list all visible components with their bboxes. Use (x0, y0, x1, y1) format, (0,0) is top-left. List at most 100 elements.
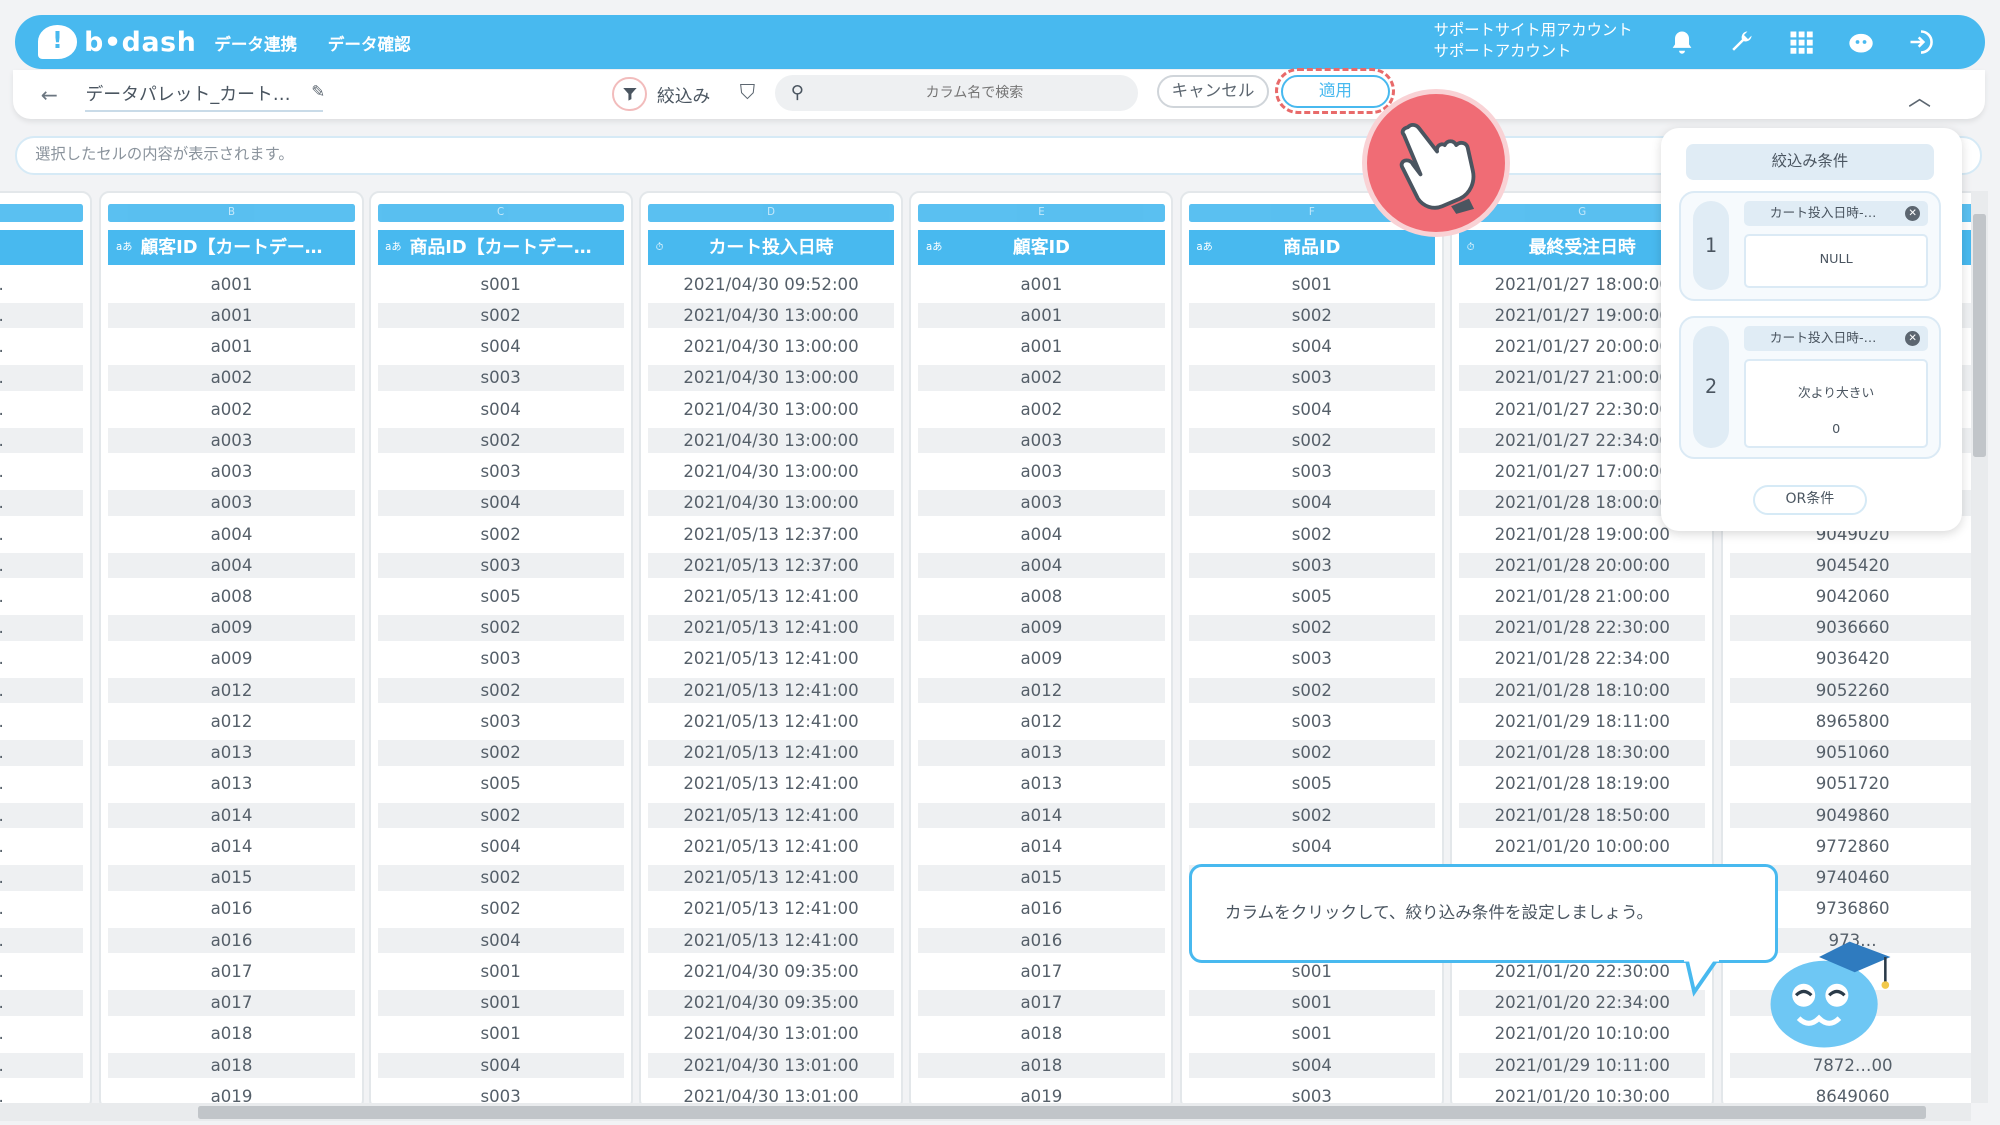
bell-icon[interactable] (1666, 27, 1699, 58)
table-cell[interactable]: a004 (108, 552, 355, 579)
filter-funnel-button[interactable] (612, 76, 647, 111)
wrench-icon[interactable] (1724, 27, 1757, 58)
column-header[interactable]: aあ 商品ID【カートデー… (377, 229, 624, 266)
table-cell[interactable]: 975180... (0, 427, 83, 454)
table-column[interactable]: D 970677... 975180... 975180... 975180... 975… (0, 191, 92, 1104)
table-cell[interactable]: 975521... (0, 1052, 83, 1079)
table-cell[interactable]: 087690... (0, 677, 83, 704)
table-cell[interactable]: a017 (918, 958, 1165, 985)
table-cell[interactable]: a014 (108, 802, 355, 829)
table-cell[interactable]: a017 (108, 990, 355, 1016)
back-arrow-icon[interactable]: ← (41, 83, 58, 107)
table-cell[interactable]: s002 (377, 521, 624, 548)
table-cell[interactable]: s002 (377, 677, 624, 704)
table-cell[interactable]: 2021/01/28 18:19:00 (1459, 771, 1706, 797)
table-cell[interactable]: s003 (1188, 708, 1435, 735)
or-condition-button[interactable]: OR条件 (1752, 484, 1868, 516)
column-letter[interactable]: D (647, 204, 895, 222)
table-cell[interactable]: 975180... (0, 365, 83, 391)
table-cell[interactable]: 974291... (0, 958, 83, 985)
remove-condition-icon[interactable]: ✕ (1905, 331, 1921, 347)
table-cell[interactable]: s001 (377, 990, 624, 1016)
column-search-input[interactable] (821, 80, 1128, 106)
table-cell[interactable]: 087702... (0, 521, 83, 548)
table-cell[interactable]: s003 (1188, 552, 1435, 579)
table-cell[interactable]: a012 (918, 677, 1165, 704)
table-cell[interactable]: 087690... (0, 802, 83, 829)
table-cell[interactable]: 2021/04/30 09:35:00 (647, 990, 895, 1016)
table-cell[interactable]: a015 (108, 865, 355, 891)
table-cell[interactable]: 2021/01/28 22:34:00 (1459, 646, 1706, 672)
table-cell[interactable]: a002 (108, 396, 355, 423)
table-cell[interactable]: a002 (918, 396, 1165, 423)
table-cell[interactable]: a019 (108, 1083, 355, 1104)
table-cell[interactable]: s002 (1188, 427, 1435, 454)
table-cell[interactable]: 9772860 (1729, 833, 1971, 860)
table-cell[interactable]: a019 (918, 1083, 1165, 1104)
table-cell[interactable]: s003 (377, 708, 624, 735)
table-cell[interactable]: a014 (918, 802, 1165, 829)
table-cell[interactable]: 2021/04/30 09:52:00 (647, 271, 895, 298)
table-cell[interactable]: 2021/01/28 22:30:00 (1459, 615, 1706, 641)
table-cell[interactable]: 2021/05/13 12:41:00 (647, 584, 895, 610)
table-cell[interactable]: a017 (108, 958, 355, 985)
table-cell[interactable]: a002 (108, 365, 355, 391)
table-cell[interactable]: a009 (108, 615, 355, 641)
table-cell[interactable]: s002 (377, 427, 624, 454)
bdash-logo[interactable]: b•dash (38, 23, 196, 61)
table-cell[interactable]: 2021/01/28 18:30:00 (1459, 740, 1706, 766)
remove-condition-icon[interactable]: ✕ (1905, 206, 1921, 222)
table-cell[interactable]: s001 (377, 958, 624, 985)
condition-value[interactable]: 次より大きい 0 (1744, 359, 1928, 449)
column-header[interactable]: ⏱ カート投入日時 (647, 229, 895, 266)
table-cell[interactable]: 087690... (0, 740, 83, 766)
palette-title[interactable]: データパレット_カート… (85, 80, 323, 113)
table-cell[interactable]: 9036420 (1729, 646, 1971, 672)
table-cell[interactable]: s003 (377, 459, 624, 485)
table-cell[interactable]: a016 (108, 927, 355, 954)
table-cell[interactable]: a004 (918, 552, 1165, 579)
table-cell[interactable]: s001 (377, 271, 624, 298)
table-cell[interactable]: a001 (108, 302, 355, 329)
table-cell[interactable]: 975521... (0, 1021, 83, 1047)
table-cell[interactable]: 2021/04/30 13:00:00 (647, 396, 895, 423)
column-letter[interactable] (0, 204, 83, 222)
table-cell[interactable]: a008 (108, 584, 355, 610)
column-header[interactable]: aあ 商品ID (1188, 229, 1435, 266)
table-cell[interactable]: a009 (108, 646, 355, 672)
table-cell[interactable]: a018 (108, 1052, 355, 1079)
table-cell[interactable]: s003 (1188, 1083, 1435, 1104)
collapse-chevron-icon[interactable]: ︿ (1908, 78, 1931, 112)
table-cell[interactable]: 9049860 (1729, 802, 1971, 829)
table-cell[interactable]: 2021/05/13 12:41:00 (647, 833, 895, 860)
vertical-scroll-thumb[interactable] (1973, 214, 1986, 457)
table-cell[interactable]: s001 (1188, 1021, 1435, 1047)
table-cell[interactable]: s005 (377, 584, 624, 610)
table-cell[interactable]: s004 (377, 833, 624, 860)
table-cell[interactable]: a012 (918, 708, 1165, 735)
table-cell[interactable]: 2021/05/13 12:41:00 (647, 740, 895, 766)
nav-data-check[interactable]: データ確認 (328, 31, 411, 55)
table-cell[interactable]: a001 (918, 271, 1165, 298)
table-cell[interactable]: s005 (1188, 771, 1435, 797)
table-cell[interactable]: s003 (377, 365, 624, 391)
nav-data-link[interactable]: データ連携 (214, 31, 297, 55)
column-header[interactable]: D (0, 229, 83, 266)
table-cell[interactable]: 2021/05/13 12:41:00 (647, 865, 895, 891)
table-cell[interactable]: a003 (918, 459, 1165, 485)
table-column[interactable]: Caあ 商品ID【カートデー… s001 s002 s004 s003 s004 s002 s0… (368, 191, 633, 1104)
table-cell[interactable]: a003 (108, 490, 355, 516)
table-cell[interactable]: 087690... (0, 865, 83, 891)
table-cell[interactable]: a013 (918, 740, 1165, 766)
table-cell[interactable]: 9051720 (1729, 771, 1971, 797)
table-cell[interactable]: 975180... (0, 459, 83, 485)
table-cell[interactable]: s001 (1188, 271, 1435, 298)
condition-value[interactable]: NULL (1744, 234, 1928, 288)
table-cell[interactable]: 087690... (0, 896, 83, 922)
table-cell[interactable]: 975180... (0, 396, 83, 423)
table-cell[interactable]: 9052260 (1729, 677, 1971, 704)
table-cell[interactable]: 975180... (0, 334, 83, 360)
table-cell[interactable]: 2021/04/30 13:00:00 (647, 302, 895, 329)
table-cell[interactable]: a016 (108, 896, 355, 922)
apps-grid-icon[interactable] (1784, 27, 1817, 58)
